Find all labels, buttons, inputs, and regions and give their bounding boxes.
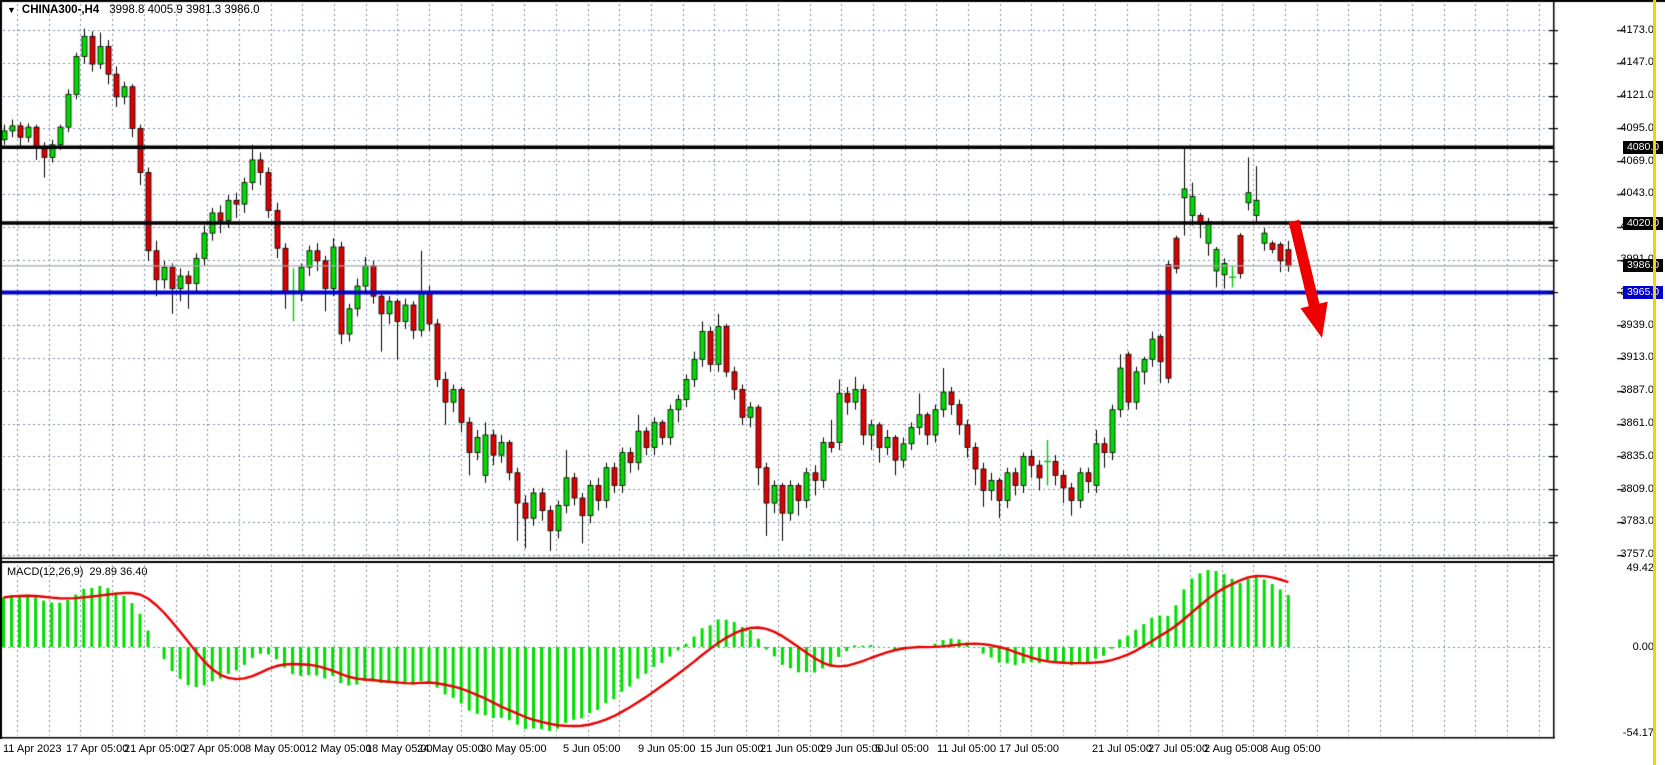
chart-window: ▼CHINA300-,H43998.8 4005.9 3981.3 3986.0… [0, 0, 1665, 765]
window-edge-highlight [1653, 0, 1656, 765]
down-trend-arrow[interactable] [0, 0, 1665, 765]
